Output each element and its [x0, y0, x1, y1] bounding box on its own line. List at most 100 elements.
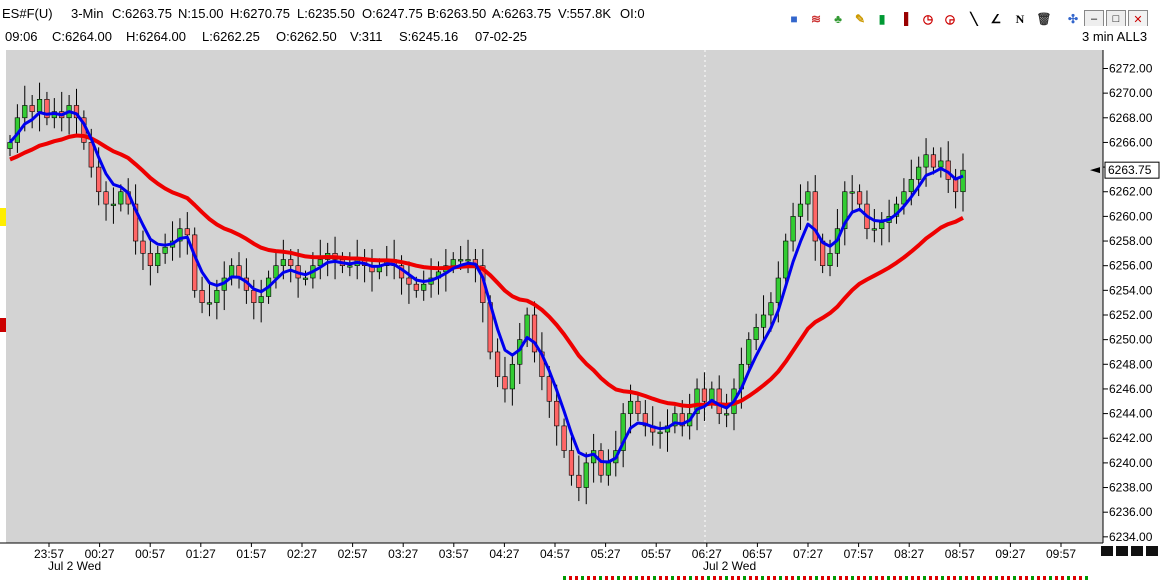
tick-indicator — [1061, 576, 1064, 580]
quote-oi: OI:0 — [620, 6, 645, 21]
last-price-label: 6263.75 — [1108, 163, 1152, 177]
tick-indicator — [761, 576, 764, 580]
tick-indicator — [575, 576, 578, 580]
right-edge-strip — [1156, 50, 1164, 543]
tick-indicator — [773, 576, 776, 580]
quote-volume: V:557.8K — [558, 6, 612, 21]
tick-indicator — [1043, 576, 1046, 580]
x-axis-panel — [0, 543, 1164, 581]
candle-body — [258, 296, 264, 303]
candle-body — [406, 277, 412, 285]
chart-label: 3 min ALL3 — [1082, 29, 1148, 44]
candle-body — [524, 314, 530, 340]
candle-body — [458, 259, 464, 262]
x-tick-label: 05:27 — [591, 547, 621, 561]
candle-body — [568, 450, 575, 476]
bar-open: O:6262.50 — [276, 29, 337, 44]
y-tick-label: 6254.00 — [1109, 283, 1153, 297]
price-chart[interactable]: 6272.006270.006268.006266.006264.006262.… — [0, 0, 1164, 581]
x-tick-label: 02:27 — [287, 547, 317, 561]
candle-body — [347, 265, 353, 268]
tick-indicator — [635, 576, 638, 580]
candle-body — [162, 246, 168, 254]
x-tick-label: 01:27 — [186, 547, 216, 561]
tick-indicator — [821, 576, 824, 580]
candle-body — [790, 216, 796, 242]
tick-indicator — [959, 576, 962, 580]
bar-settle: S:6245.16 — [399, 29, 459, 44]
x-date-label: Jul 2 Wed — [703, 559, 756, 573]
candle-body — [583, 462, 589, 488]
tick-indicator — [953, 576, 956, 580]
bar-volume: V:311 — [350, 29, 383, 44]
x-tick-label: 08:27 — [894, 547, 924, 561]
axis-scroll-square — [1101, 546, 1113, 556]
tick-indicator — [863, 576, 866, 580]
left-edge-marker — [0, 318, 6, 332]
tick-indicator — [719, 576, 722, 580]
tick-indicator — [875, 576, 878, 580]
bar-time: 09:06 — [5, 29, 38, 44]
tick-indicator — [1007, 576, 1010, 580]
candle-body — [288, 259, 294, 266]
tick-indicator — [617, 576, 620, 580]
tick-indicator — [749, 576, 752, 580]
candle-body — [450, 259, 456, 266]
y-tick-label: 6270.00 — [1109, 86, 1153, 100]
left-edge-strip — [0, 50, 6, 543]
chart-window: 6272.006270.006268.006266.006264.006262.… — [0, 0, 1164, 581]
candle-body — [155, 253, 161, 266]
tick-indicator — [983, 576, 986, 580]
tick-indicator — [923, 576, 926, 580]
x-tick-label: 07:27 — [793, 547, 823, 561]
candle-body — [421, 283, 427, 291]
tick-indicator — [965, 576, 968, 580]
tick-indicator — [1079, 576, 1082, 580]
tick-indicator — [587, 576, 590, 580]
candle-body — [413, 283, 419, 291]
quote-high: H:6270.75 — [230, 6, 290, 21]
y-tick-label: 6266.00 — [1109, 135, 1153, 149]
tick-indicator — [593, 576, 596, 580]
x-tick-label: 09:27 — [995, 547, 1025, 561]
bar-date: 07-02-25 — [475, 29, 528, 44]
tick-indicator — [941, 576, 944, 580]
tick-indicator — [815, 576, 818, 580]
tick-indicator — [701, 576, 704, 580]
tick-indicator — [917, 576, 920, 580]
candle-body — [494, 351, 501, 377]
candle-body — [214, 290, 220, 303]
bar-info-bar: 09:06 C:6264.00 H:6264.00 L:6262.25 O:62… — [0, 26, 1164, 48]
tick-indicator — [857, 576, 860, 580]
candle-body — [199, 290, 205, 303]
x-tick-label: 07:57 — [844, 547, 874, 561]
tick-indicator — [845, 576, 848, 580]
candle-body — [184, 228, 190, 236]
tick-indicator — [1073, 576, 1076, 580]
axis-scroll-square — [1146, 546, 1158, 556]
tick-indicator — [767, 576, 770, 580]
tick-indicator — [731, 576, 734, 580]
candle-body — [554, 400, 560, 427]
y-tick-label: 6258.00 — [1109, 234, 1153, 248]
tick-indicator — [1025, 576, 1028, 580]
tick-indicator — [689, 576, 692, 580]
candle-body — [627, 400, 634, 414]
tick-indicator — [605, 576, 608, 580]
candle-body — [509, 363, 515, 390]
tick-indicator — [695, 576, 698, 580]
quote-bid: B:6263.50 — [427, 6, 487, 21]
bar-low: L:6262.25 — [202, 29, 260, 44]
x-tick-label: 09:57 — [1046, 547, 1076, 561]
x-tick-label: 03:27 — [388, 547, 418, 561]
axis-scroll-square — [1131, 546, 1143, 556]
tick-indicator — [833, 576, 836, 580]
candle-body — [724, 413, 730, 416]
tick-indicator — [839, 576, 842, 580]
tick-indicator — [1049, 576, 1052, 580]
x-tick-label: 05:57 — [641, 547, 671, 561]
tick-indicator — [1085, 576, 1088, 580]
candle-body — [657, 431, 663, 434]
x-tick-label: 04:57 — [540, 547, 570, 561]
tick-indicator — [659, 576, 662, 580]
